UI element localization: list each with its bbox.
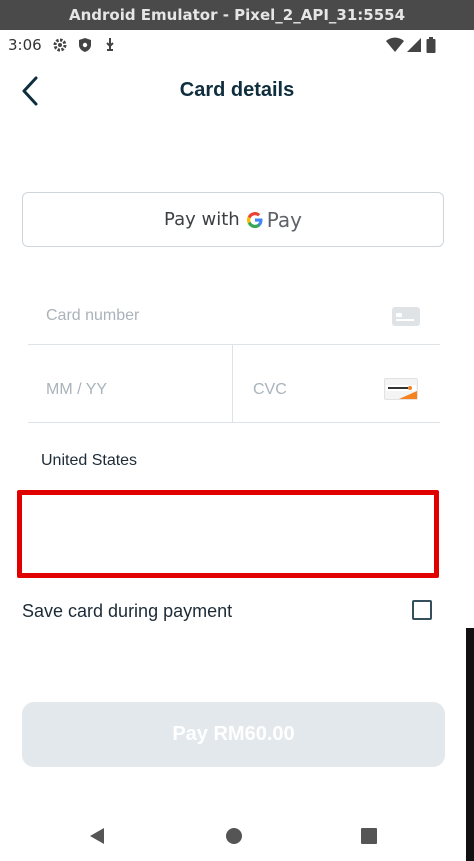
status-time: 3:06 bbox=[8, 36, 42, 54]
google-pay-label: Pay with bbox=[164, 209, 240, 230]
shield-icon bbox=[79, 38, 91, 52]
nav-home-icon[interactable] bbox=[225, 826, 243, 846]
nav-recents-icon[interactable] bbox=[360, 826, 378, 846]
expiry-input[interactable]: MM / YY bbox=[28, 345, 233, 423]
postal-code-input[interactable] bbox=[17, 490, 439, 578]
nav-back-icon[interactable] bbox=[88, 826, 106, 846]
window-title: Android Emulator - Pixel_2_API_31:5554 bbox=[68, 6, 406, 24]
cvc-placeholder: CVC bbox=[253, 381, 287, 398]
google-g-icon bbox=[246, 211, 263, 228]
window-edge bbox=[466, 628, 474, 861]
google-pay-button[interactable]: Pay with Pay bbox=[22, 192, 444, 247]
status-bar: 3:06 bbox=[0, 30, 474, 60]
settings-gear-icon bbox=[53, 38, 67, 52]
save-card-checkbox[interactable] bbox=[412, 600, 432, 620]
cell-signal-icon bbox=[407, 38, 421, 52]
generic-card-icon bbox=[392, 307, 420, 326]
usb-debug-icon bbox=[106, 38, 114, 51]
battery-icon bbox=[426, 37, 436, 53]
card-number-input[interactable]: Card number bbox=[28, 287, 440, 345]
navigation-bar bbox=[0, 808, 466, 861]
page-title: Card details bbox=[179, 79, 295, 101]
country-selector[interactable]: United States bbox=[41, 452, 137, 470]
discover-card-icon bbox=[384, 378, 418, 400]
cvc-input[interactable]: CVC bbox=[233, 345, 440, 423]
expiry-placeholder: MM / YY bbox=[46, 381, 108, 398]
google-pay-logo-text: Pay bbox=[266, 207, 302, 232]
emulator-title-bar: Android Emulator - Pixel_2_API_31:5554 bbox=[0, 0, 474, 30]
app-bar: Card details bbox=[0, 62, 474, 120]
google-pay-logo: Pay bbox=[246, 208, 302, 232]
pay-button[interactable]: Pay RM60.00 bbox=[22, 702, 445, 767]
save-card-label: Save card during payment bbox=[22, 601, 233, 621]
wifi-icon bbox=[386, 37, 404, 52]
card-number-placeholder: Card number bbox=[46, 307, 140, 324]
